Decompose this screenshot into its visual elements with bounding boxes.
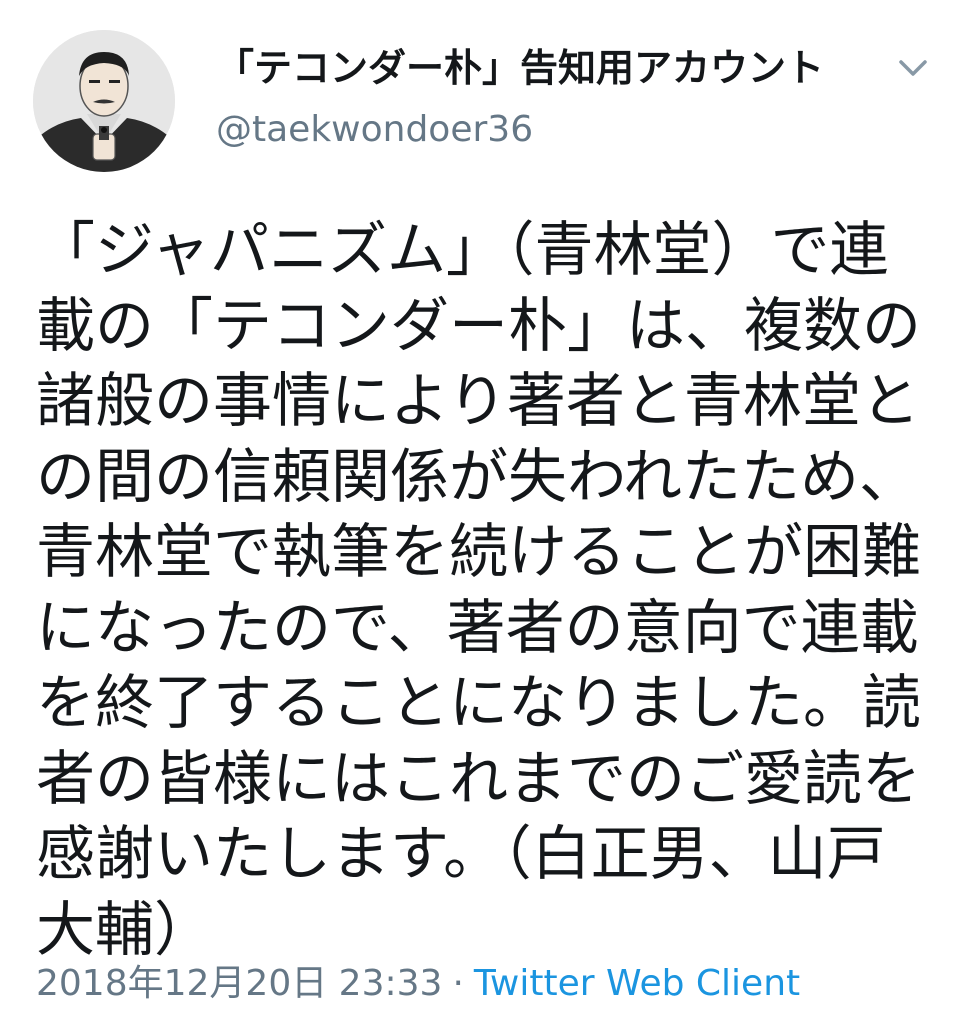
tweet-timestamp[interactable]: 2018年12月20日 23:33	[36, 963, 442, 1004]
tweet-meta: 2018年12月20日 23:33 · Twitter Web Client	[36, 962, 800, 1005]
avatar-illustration-icon	[33, 30, 175, 172]
author-handle[interactable]: @taekwondoer36	[216, 108, 533, 151]
chevron-down-icon[interactable]	[888, 48, 938, 88]
meta-separator: ·	[452, 963, 464, 1004]
tweet-text: 「ジャパニズム」（青林堂）で連載の「テコンダー朴」は、複数の諸般の事情により著者…	[36, 215, 922, 964]
tweet-client-link[interactable]: Twitter Web Client	[474, 963, 800, 1004]
avatar[interactable]	[33, 30, 175, 172]
author-display-name[interactable]: 「テコンダー朴」告知用アカウント	[216, 46, 824, 92]
